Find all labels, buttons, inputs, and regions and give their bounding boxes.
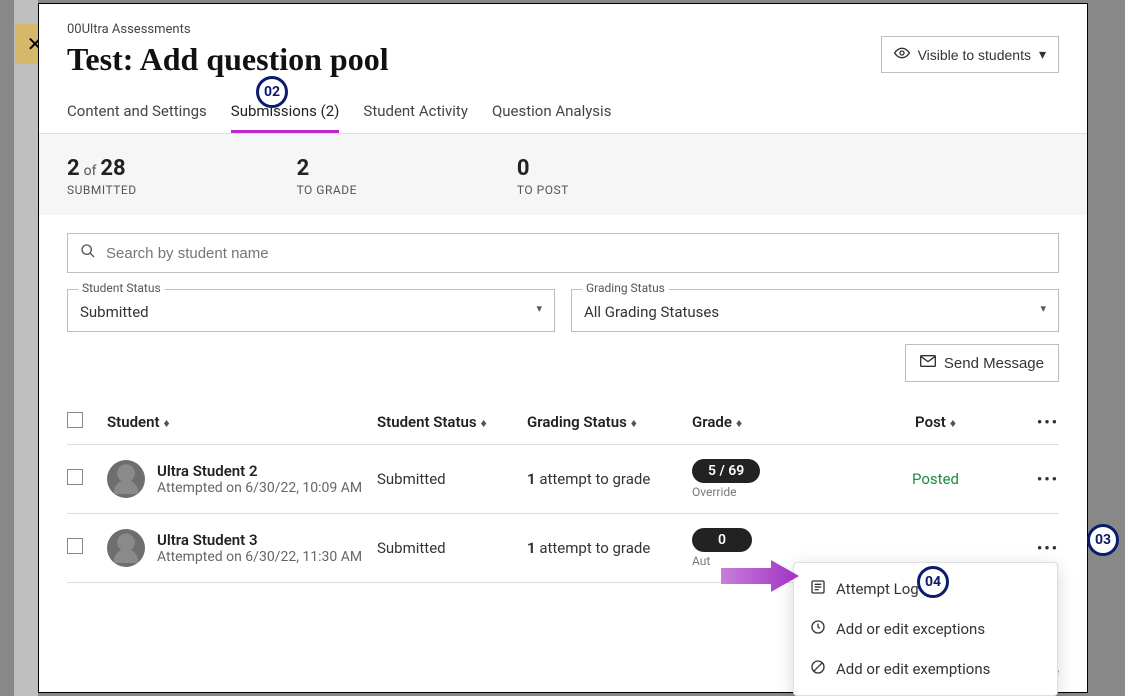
to-post-label: TO POST <box>517 183 569 197</box>
row-context-menu: Attempt Log Add or edit exceptions Add o… <box>793 562 1058 696</box>
grading-status-filter[interactable]: Grading Status All Grading Statuses ▾ <box>571 289 1059 332</box>
stats-bar: 2 of 28 SUBMITTED 2 TO GRADE 0 TO POST <box>39 134 1087 215</box>
sort-icon: ♦ <box>736 416 742 430</box>
stat-submitted: 2 of 28 SUBMITTED <box>67 156 137 197</box>
to-post-count: 0 <box>517 156 530 181</box>
background-window-strip <box>14 0 38 696</box>
tab-submissions[interactable]: Submissions (2) <box>231 102 340 133</box>
header-more-icon[interactable]: ••• <box>1037 413 1059 431</box>
tab-student-activity[interactable]: Student Activity <box>363 102 468 133</box>
row-more-icon[interactable]: ••• <box>1037 470 1059 488</box>
sort-icon: ♦ <box>950 416 956 430</box>
table-row: Ultra Student 2 Attempted on 6/30/22, 10… <box>67 445 1059 514</box>
to-grade-label: TO GRADE <box>297 183 357 197</box>
envelope-icon <box>920 354 936 372</box>
chevron-down-icon: ▾ <box>1039 46 1046 63</box>
menu-attempt-log[interactable]: Attempt Log <box>794 569 1057 609</box>
visibility-dropdown[interactable]: Visible to students ▾ <box>881 36 1059 73</box>
chevron-down-icon: ▾ <box>1040 302 1046 315</box>
column-student-status[interactable]: Student Status <box>377 413 477 431</box>
menu-add-edit-exceptions[interactable]: Add or edit exceptions <box>794 609 1057 649</box>
submitted-label: SUBMITTED <box>67 183 137 197</box>
chevron-down-icon: ▾ <box>536 302 542 315</box>
column-grading-status[interactable]: Grading Status <box>527 413 627 431</box>
submitted-of: of <box>84 163 97 179</box>
sort-icon: ♦ <box>481 416 487 430</box>
send-message-label: Send Message <box>944 355 1044 372</box>
eye-icon <box>894 45 910 64</box>
avatar <box>107 529 145 567</box>
student-status-value: Submitted <box>377 470 527 488</box>
to-grade-count: 2 <box>297 156 310 181</box>
attempt-timestamp: Attempted on 6/30/22, 11:30 AM <box>157 549 362 565</box>
student-status-value: Submitted <box>80 303 149 321</box>
row-more-icon[interactable]: ••• <box>1037 539 1059 557</box>
breadcrumb: 00Ultra Assessments <box>67 22 1059 37</box>
visibility-label: Visible to students <box>918 47 1031 63</box>
menu-exemptions-label: Add or edit exemptions <box>836 660 990 678</box>
grade-pill[interactable]: 0 <box>692 528 752 552</box>
submitted-total: 28 <box>100 156 125 181</box>
select-all-checkbox[interactable] <box>67 412 83 428</box>
tab-bar: Content and Settings Submissions (2) Stu… <box>39 78 1087 134</box>
attempt-count: 1 <box>527 470 536 488</box>
tab-content-and-settings[interactable]: Content and Settings <box>67 102 207 133</box>
search-box[interactable] <box>67 233 1059 273</box>
row-checkbox[interactable] <box>67 538 83 554</box>
student-name[interactable]: Ultra Student 3 <box>157 531 362 549</box>
menu-attempt-log-label: Attempt Log <box>836 580 919 598</box>
grading-status-value: All Grading Statuses <box>584 303 719 321</box>
tab-question-analysis[interactable]: Question Analysis <box>492 102 612 133</box>
attempt-text: attempt to grade <box>536 470 651 488</box>
grid-header: Student ♦ Student Status ♦ Grading Status ♦… <box>67 412 1059 445</box>
prohibit-icon <box>810 659 826 679</box>
attempt-timestamp: Attempted on 6/30/22, 10:09 AM <box>157 480 362 496</box>
student-status-legend: Student Status <box>78 281 165 295</box>
stat-to-grade: 2 TO GRADE <box>297 156 357 197</box>
student-status-filter[interactable]: Student Status Submitted ▾ <box>67 289 555 332</box>
sort-icon: ♦ <box>164 416 170 430</box>
attempt-count: 1 <box>527 539 536 557</box>
sort-icon: ♦ <box>631 416 637 430</box>
grade-pill[interactable]: 5 / 69 <box>692 459 760 483</box>
attempt-text: attempt to grade <box>536 539 651 557</box>
attempt-log-icon <box>810 579 826 599</box>
student-name[interactable]: Ultra Student 2 <box>157 462 362 480</box>
callout-03: 03 <box>1087 524 1119 556</box>
row-checkbox[interactable] <box>67 469 83 485</box>
column-student[interactable]: Student <box>107 413 160 431</box>
column-grade[interactable]: Grade <box>692 413 732 431</box>
post-status: Posted <box>852 470 1019 488</box>
clock-icon <box>810 619 826 639</box>
menu-add-edit-exemptions[interactable]: Add or edit exemptions <box>794 649 1057 689</box>
menu-exceptions-label: Add or edit exceptions <box>836 620 985 638</box>
stat-to-post: 0 TO POST <box>517 156 569 197</box>
search-input[interactable] <box>106 245 1046 262</box>
student-status-value: Submitted <box>377 539 527 557</box>
submitted-count: 2 <box>67 156 80 181</box>
avatar <box>107 460 145 498</box>
grade-subtext: Override <box>692 485 852 499</box>
search-icon <box>80 243 96 263</box>
send-message-button[interactable]: Send Message <box>905 344 1059 382</box>
column-post[interactable]: Post <box>915 413 946 431</box>
grading-status-legend: Grading Status <box>582 281 669 295</box>
